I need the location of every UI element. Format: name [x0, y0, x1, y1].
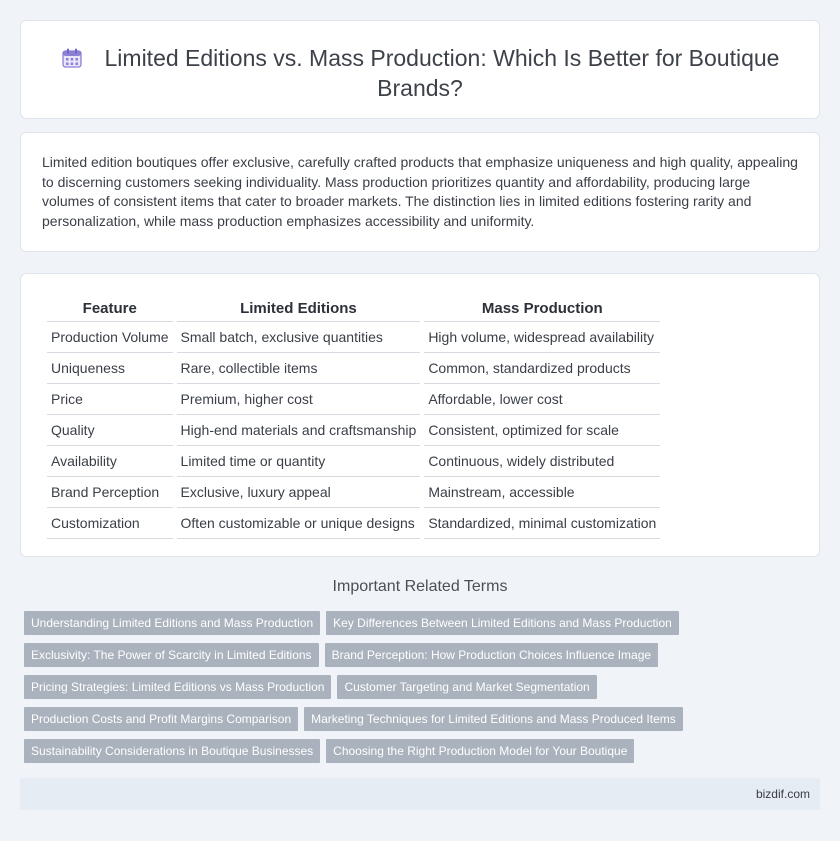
- tag-row: Pricing Strategies: Limited Editions vs …: [24, 675, 597, 699]
- table-row: Price Premium, higher cost Affordable, l…: [47, 384, 661, 415]
- related-term-tag[interactable]: Choosing the Right Production Model for …: [326, 739, 635, 763]
- related-term-tag[interactable]: Understanding Limited Editions and Mass …: [24, 611, 321, 635]
- related-term-tag[interactable]: Key Differences Between Limited Editions…: [326, 611, 679, 635]
- title-card: Limited Editions vs. Mass Production: Wh…: [20, 20, 820, 119]
- table-row: Uniqueness Rare, collectible items Commo…: [47, 353, 661, 384]
- related-term-tag[interactable]: Marketing Techniques for Limited Edition…: [304, 707, 683, 731]
- tag-row: Production Costs and Profit Margins Comp…: [24, 707, 683, 731]
- table-row: Production Volume Small batch, exclusive…: [47, 322, 661, 353]
- column-header-mass-production: Mass Production: [424, 296, 661, 322]
- table-row: Availability Limited time or quantity Co…: [47, 446, 661, 477]
- tag-row: Exclusivity: The Power of Scarcity in Li…: [24, 643, 659, 667]
- table-cell: Price: [47, 384, 173, 415]
- table-cell: Uniqueness: [47, 353, 173, 384]
- related-term-tag[interactable]: Pricing Strategies: Limited Editions vs …: [24, 675, 332, 699]
- calendar-icon: [61, 48, 82, 68]
- table-cell: Customization: [47, 508, 173, 539]
- table-cell: Availability: [47, 446, 173, 477]
- related-term-tag[interactable]: Production Costs and Profit Margins Comp…: [24, 707, 299, 731]
- table-cell: Consistent, optimized for scale: [424, 415, 661, 446]
- table-row: Quality High-end materials and craftsman…: [47, 415, 661, 446]
- table-cell: Common, standardized products: [424, 353, 661, 384]
- table-cell: Often customizable or unique designs: [176, 508, 421, 539]
- table-cell: Premium, higher cost: [176, 384, 421, 415]
- table-cell: Rare, collectible items: [176, 353, 421, 384]
- table-cell: Limited time or quantity: [176, 446, 421, 477]
- page-title: Limited Editions vs. Mass Production: Wh…: [104, 45, 780, 101]
- table-cell: Affordable, lower cost: [424, 384, 661, 415]
- column-header-limited-editions: Limited Editions: [176, 296, 421, 322]
- table-row: Customization Often customizable or uniq…: [47, 508, 661, 539]
- table-cell: Exclusive, luxury appeal: [176, 477, 421, 508]
- intro-card: Limited edition boutiques offer exclusiv…: [20, 132, 820, 252]
- comparison-table: Feature Limited Editions Mass Production…: [43, 296, 664, 539]
- intro-paragraph: Limited edition boutiques offer exclusiv…: [42, 154, 798, 229]
- comparison-card: Feature Limited Editions Mass Production…: [20, 273, 820, 557]
- table-row: Brand Perception Exclusive, luxury appea…: [47, 477, 661, 508]
- related-term-tag[interactable]: Exclusivity: The Power of Scarcity in Li…: [24, 643, 319, 667]
- table-cell: Continuous, widely distributed: [424, 446, 661, 477]
- table-cell: Small batch, exclusive quantities: [176, 322, 421, 353]
- table-cell: High-end materials and craftsmanship: [176, 415, 421, 446]
- related-term-tag[interactable]: Brand Perception: How Production Choices…: [324, 643, 659, 667]
- footer: bizdif.com: [20, 778, 820, 810]
- table-cell: Production Volume: [47, 322, 173, 353]
- column-header-feature: Feature: [47, 296, 173, 322]
- tag-row: Sustainability Considerations in Boutiqu…: [24, 739, 635, 763]
- table-cell: Brand Perception: [47, 477, 173, 508]
- table-cell: Standardized, minimal customization: [424, 508, 661, 539]
- table-cell: High volume, widespread availability: [424, 322, 661, 353]
- related-term-tag[interactable]: Sustainability Considerations in Boutiqu…: [24, 739, 321, 763]
- table-cell: Quality: [47, 415, 173, 446]
- table-cell: Mainstream, accessible: [424, 477, 661, 508]
- related-terms-heading: Important Related Terms: [332, 578, 508, 595]
- related-term-tag[interactable]: Customer Targeting and Market Segmentati…: [337, 675, 597, 699]
- tag-row: Understanding Limited Editions and Mass …: [24, 611, 679, 635]
- table-header-row: Feature Limited Editions Mass Production: [47, 296, 661, 322]
- site-name[interactable]: bizdif.com: [756, 787, 810, 801]
